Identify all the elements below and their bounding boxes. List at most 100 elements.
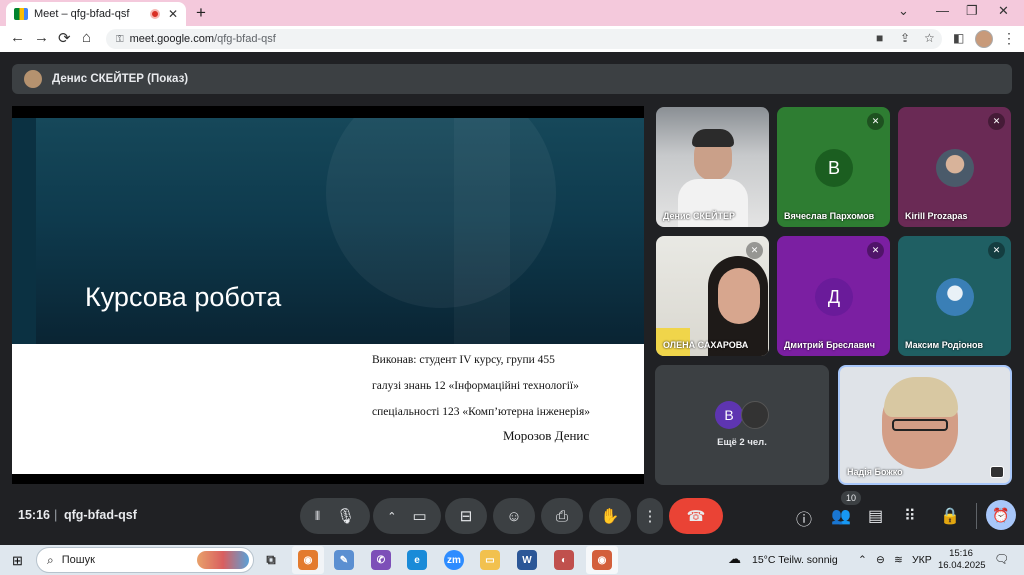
slide-title: Курсова робота <box>85 282 282 312</box>
slide-decor-circle <box>326 118 556 308</box>
participant-tile[interactable]: ✕ ОЛЕНА САХАРОВА <box>656 236 769 356</box>
captions-button[interactable]: ⊟ <box>445 498 487 534</box>
chat-icon[interactable]: ▤ <box>868 506 883 526</box>
weather-icon[interactable]: ☁ <box>728 551 741 567</box>
slide-body: Виконав: студент IV курсу, групи 455 гал… <box>12 344 644 474</box>
hang-up-icon: ☎ <box>686 508 706 525</box>
close-window-button[interactable]: ✕ <box>998 3 1009 19</box>
muted-mic-icon: ✕ <box>867 113 884 130</box>
site-info-icon[interactable]: ⚿ <box>116 34 124 45</box>
more-participants-label: Ещё 2 чел. <box>717 437 767 448</box>
meeting-info-icon[interactable]: ⓘ <box>796 506 812 530</box>
side-panel-icon[interactable]: ◧ <box>953 31 964 45</box>
bookmark-star-icon[interactable]: ☆ <box>924 31 935 45</box>
browser-menu-icon[interactable]: ⋮ <box>1002 30 1016 47</box>
taskbar-search[interactable]: ⌕ Пошук <box>36 547 254 573</box>
shared-screen[interactable]: Курсова робота Виконав: студент IV курсу… <box>12 106 644 484</box>
taskbar-clock[interactable]: 15:16 16.04.2025 <box>938 548 986 572</box>
slide-author: Морозов Денис <box>503 428 590 443</box>
viber-icon[interactable]: ✆ <box>371 550 391 570</box>
slide-decor-strip <box>12 118 36 344</box>
people-count-badge: 10 <box>841 491 861 505</box>
participant-tile[interactable]: Денис СКЕЙТЕР <box>656 107 769 227</box>
tab-title: Meet – qfg-bfad-qsf <box>34 8 130 20</box>
raise-hand-button[interactable]: ✋ <box>589 498 631 534</box>
muted-mic-icon: ✕ <box>746 242 763 259</box>
windows-start-icon[interactable]: ⊞ <box>12 553 23 569</box>
participant-avatar <box>936 278 974 316</box>
slide-decor-bar <box>454 118 510 344</box>
microphone-icon[interactable]: 🎙 <box>336 507 355 525</box>
participant-name: Денис СКЕЙТЕР <box>663 211 735 221</box>
chevron-up-icon[interactable]: ⌃ <box>387 510 396 523</box>
profile-avatar[interactable] <box>975 30 993 48</box>
participant-tile[interactable]: ✕ Д Дмитрий Бреславич <box>777 236 890 356</box>
app-icon[interactable]: ◐ <box>554 550 574 570</box>
hand-icon: ✋ <box>600 508 620 525</box>
emoji-icon: ☺ <box>506 507 522 525</box>
presenter-label: Денис СКЕЙТЕР (Показ) <box>52 73 189 85</box>
task-view-icon[interactable]: ⧉ <box>261 550 281 570</box>
presenter-avatar <box>24 70 42 88</box>
divider: | <box>54 507 58 522</box>
audio-level-icon[interactable]: ⦀ <box>315 509 320 524</box>
camera-button-group: ⌃ ▭ <box>373 498 441 534</box>
tab-meet[interactable]: Meet – qfg-bfad-qsf ✕ <box>6 2 186 26</box>
network-icon[interactable]: ≋ <box>894 554 903 566</box>
divider <box>976 503 977 529</box>
participant-tile[interactable]: ✕ Максим Родіонов <box>898 236 1011 356</box>
people-icon[interactable]: 👥 <box>831 506 851 526</box>
participant-name: Максим Родіонов <box>905 340 984 350</box>
participant-avatar: В <box>715 401 743 429</box>
leave-call-button[interactable]: ☎ <box>669 498 723 534</box>
camera-in-use-icon[interactable]: ■ <box>876 31 883 45</box>
tray-app-icon[interactable]: ⊖ <box>876 554 885 566</box>
notifications-icon[interactable]: 🗨 <box>994 552 1009 566</box>
word-icon[interactable]: W <box>517 550 537 570</box>
forward-button[interactable]: → <box>34 29 49 46</box>
self-view-tile[interactable]: Надія Божко <box>838 365 1012 485</box>
tab-search-icon[interactable]: ⌄ <box>898 3 909 19</box>
present-button[interactable]: ⎙ <box>541 498 583 534</box>
home-button[interactable]: ⌂ <box>82 29 91 46</box>
more-participants-tile[interactable]: В Ещё 2 чел. <box>655 365 829 485</box>
share-icon[interactable]: ⇪ <box>900 31 910 45</box>
meet-favicon-icon <box>14 8 28 20</box>
new-tab-button[interactable]: + <box>196 3 206 23</box>
camera-icon[interactable]: ▭ <box>413 507 427 525</box>
reload-button[interactable]: ⟳ <box>58 29 71 47</box>
restore-button[interactable]: ❐ <box>966 3 978 19</box>
browser-toolbar: ← → ⟳ ⌂ ⚿ meet.google.com/qfg-bfad-qsf <box>0 26 1024 52</box>
tab-close-icon[interactable]: ✕ <box>168 7 178 21</box>
url-host: meet.google.com <box>129 33 215 45</box>
weather-text[interactable]: 15°C Teilw. sonnig <box>752 554 838 566</box>
activities-icon[interactable]: ⠿ <box>904 506 916 526</box>
file-explorer-icon[interactable]: ▭ <box>480 550 500 570</box>
back-button[interactable]: ← <box>10 29 25 46</box>
participant-avatar <box>936 149 974 187</box>
clock-time: 15:16 <box>949 548 973 559</box>
participant-name: Вячеслав Пархомов <box>784 211 875 221</box>
participant-tile[interactable]: ✕ В Вячеслав Пархомов <box>777 107 890 227</box>
minimize-button[interactable]: — <box>936 3 949 18</box>
zoom-icon[interactable]: zm <box>444 550 464 570</box>
host-controls-icon[interactable]: 🔒 <box>940 506 960 526</box>
picture-in-picture-icon[interactable] <box>990 466 1004 478</box>
presentation-banner: Денис СКЕЙТЕР (Показ) <box>12 64 1012 94</box>
search-highlight-image <box>197 551 249 569</box>
recording-indicator-icon <box>149 9 160 19</box>
participant-tile[interactable]: ✕ Kirill Prozapas <box>898 107 1011 227</box>
app-icon[interactable]: ✎ <box>334 550 354 570</box>
address-bar[interactable]: ⚿ meet.google.com/qfg-bfad-qsf <box>106 29 942 49</box>
language-indicator[interactable]: УКР <box>912 554 932 566</box>
slide-header-area: Курсова робота <box>12 118 644 344</box>
timer-button[interactable]: ⏰ <box>986 500 1016 530</box>
more-options-button[interactable]: ⋮ <box>637 498 663 534</box>
alarm-icon: ⏰ <box>992 506 1010 523</box>
participant-avatar <box>741 401 769 429</box>
tray-overflow-icon[interactable]: ⌃ <box>858 554 867 566</box>
chrome-icon[interactable]: ◉ <box>592 550 612 570</box>
chrome-orange-icon[interactable]: ◉ <box>298 550 318 570</box>
reactions-button[interactable]: ☺ <box>493 498 535 534</box>
edge-icon[interactable]: e <box>407 550 427 570</box>
